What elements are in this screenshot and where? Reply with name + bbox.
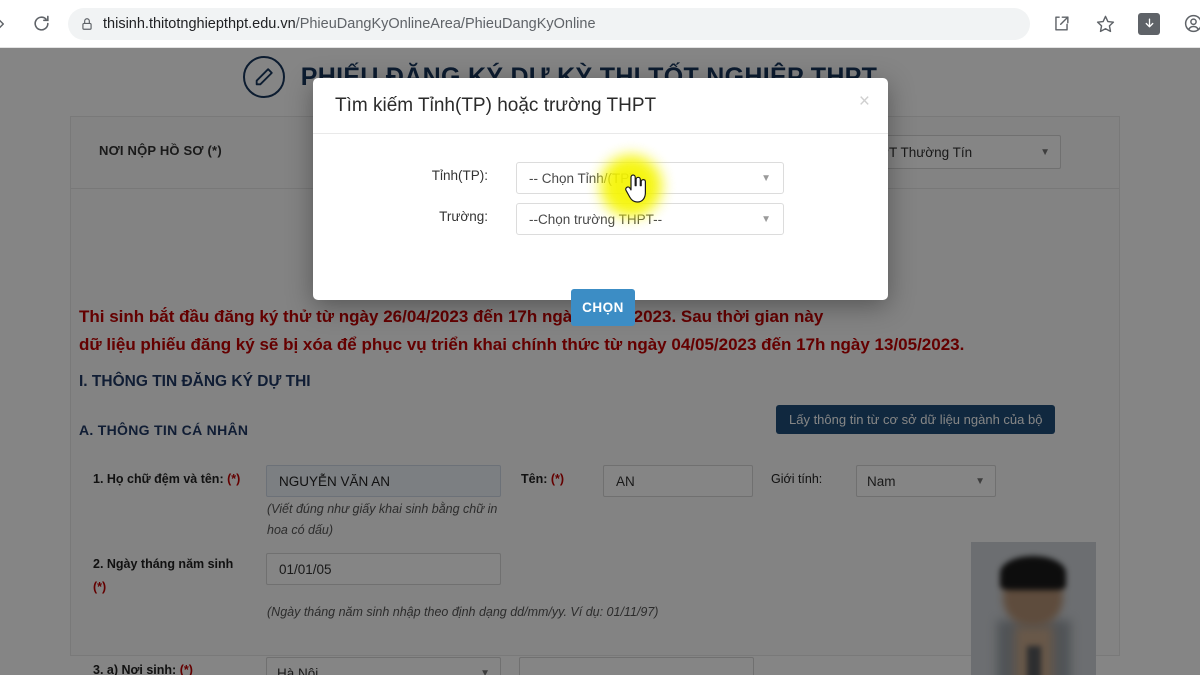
download-icon[interactable] [1132, 7, 1166, 41]
navigation-buttons [0, 7, 58, 41]
url-path: /PhieuDangKyOnlineArea/PhieuDangKyOnline [295, 15, 596, 32]
reload-icon[interactable] [24, 7, 58, 41]
star-icon[interactable] [1088, 7, 1122, 41]
toolbar-right-icons [1044, 7, 1200, 41]
address-bar[interactable]: thisinh.thitotnghiepthpt.edu.vn/PhieuDan… [68, 7, 1030, 40]
province-label: Tỉnh(TP): [431, 168, 488, 183]
chevron-down-icon: ▼ [761, 213, 771, 225]
url-domain: thisinh.thitotnghiepthpt.edu.vn [103, 15, 296, 32]
chevron-down-icon: ▼ [761, 172, 771, 184]
modal-body: Tỉnh(TP): -- Chọn Tỉnh/(TP) -- ▼ Trường:… [313, 134, 888, 326]
close-icon[interactable]: × [859, 92, 870, 111]
browser-toolbar: thisinh.thitotnghiepthpt.edu.vn/PhieuDan… [0, 0, 1200, 48]
profile-icon[interactable] [1176, 7, 1200, 41]
share-icon[interactable] [1044, 7, 1078, 41]
forward-arrow-icon[interactable] [0, 7, 18, 41]
url-text: thisinh.thitotnghiepthpt.edu.vn/PhieuDan… [94, 16, 596, 32]
hand-cursor-icon [622, 174, 648, 204]
modal-title: Tìm kiếm Tỉnh(TP) hoặc trường THPT [335, 94, 657, 116]
lock-icon [80, 17, 94, 31]
choose-button[interactable]: CHỌN [571, 289, 635, 326]
school-label: Trường: [439, 209, 488, 224]
modal-header: Tìm kiếm Tỉnh(TP) hoặc trường THPT × [313, 78, 888, 134]
